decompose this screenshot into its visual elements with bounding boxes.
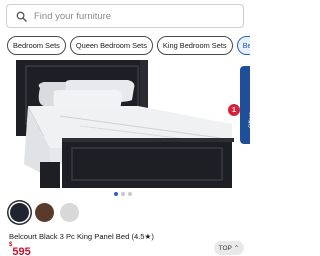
product-image[interactable] (0, 60, 250, 196)
top-label: TOP (218, 244, 232, 252)
carousel-dot[interactable] (121, 192, 125, 196)
price-amount: 595 (12, 246, 31, 256)
color-swatches (10, 203, 79, 222)
product-rating: (4.5★) (131, 232, 154, 241)
swatch-brown[interactable] (35, 203, 54, 222)
chip-king-bedroom-sets[interactable]: King Bedroom Sets (156, 36, 233, 55)
category-chips: Bedroom Sets Queen Bedroom Sets King Bed… (7, 36, 250, 56)
carousel-indicator (114, 192, 132, 196)
chip-queen-bedroom-sets[interactable]: Queen Bedroom Sets (69, 36, 153, 55)
chip-bedroom-sets[interactable]: Bedroom Sets (7, 36, 66, 55)
back-to-top-button[interactable]: TOP ⌃ (214, 241, 244, 255)
carousel-dot[interactable] (128, 192, 132, 196)
side-offers-tab[interactable] (240, 66, 250, 144)
chevron-up-icon: ⌃ (233, 245, 240, 252)
chip-beds[interactable]: Beds (236, 36, 250, 55)
swatch-black[interactable] (10, 203, 29, 222)
swatch-white[interactable] (60, 203, 79, 222)
notification-badge[interactable]: 1 (228, 104, 240, 116)
product-price: $595 (9, 242, 31, 256)
search-bar[interactable]: Find your furniture (6, 4, 244, 28)
product-title-text: Belcourt Black 3 Pc King Panel Bed (9, 232, 130, 241)
carousel-dot[interactable] (114, 192, 118, 196)
product-title[interactable]: Belcourt Black 3 Pc King Panel Bed (4.5★… (9, 232, 154, 241)
search-input[interactable]: Find your furniture (34, 11, 111, 22)
side-tab-label: Offers (249, 112, 255, 129)
search-icon (10, 5, 32, 27)
